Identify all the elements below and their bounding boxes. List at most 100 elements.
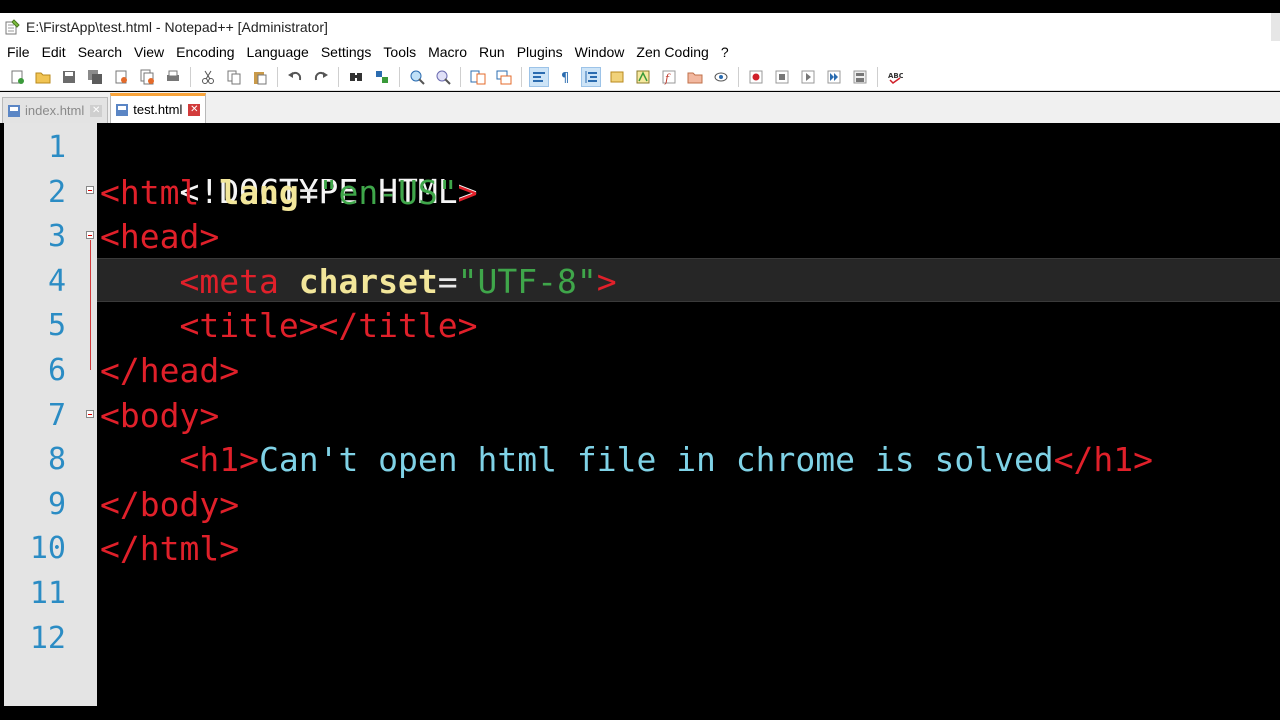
toolbar-separator: [521, 66, 522, 87]
run-macro-multiple-icon[interactable]: [824, 67, 844, 87]
attribute-value: "UTF-8": [457, 262, 597, 301]
open-file-icon[interactable]: [33, 67, 53, 87]
menu-help[interactable]: ?: [715, 41, 735, 63]
show-all-chars-icon[interactable]: ¶: [555, 67, 575, 87]
fold-toggle-icon[interactable]: [86, 186, 94, 194]
title-bar: E:\FirstApp\test.html - Notepad++ [Admin…: [0, 13, 1280, 41]
file-icon: [8, 104, 20, 117]
code-line-10[interactable]: </html>: [100, 527, 239, 571]
notepad-app-icon: [5, 19, 20, 35]
doc-map-icon[interactable]: [607, 67, 627, 87]
redo-icon[interactable]: [311, 67, 331, 87]
line-number: 2: [47, 175, 66, 210]
file-icon: [116, 103, 129, 116]
save-all-icon[interactable]: [85, 67, 105, 87]
menu-encoding[interactable]: Encoding: [170, 41, 240, 63]
zoom-out-icon[interactable]: [433, 67, 453, 87]
menu-zen-coding[interactable]: Zen Coding: [630, 41, 714, 63]
tab-label: test.html: [133, 102, 183, 117]
menu-edit[interactable]: Edit: [36, 41, 72, 63]
menu-macro[interactable]: Macro: [422, 41, 473, 63]
close-tab-icon[interactable]: ✕: [188, 103, 201, 116]
code-line-6[interactable]: </head>: [100, 349, 239, 393]
indent-guide-icon[interactable]: [581, 66, 601, 87]
line-number: 3: [47, 219, 66, 254]
code-line-4[interactable]: <meta charset="UTF-8">: [100, 260, 616, 304]
menu-file[interactable]: File: [0, 41, 36, 63]
find-icon[interactable]: [346, 67, 366, 87]
svg-text:¶: ¶: [561, 71, 569, 85]
svg-text:ABC: ABC: [888, 72, 903, 80]
stop-record-icon[interactable]: [772, 67, 792, 87]
sync-vertical-icon[interactable]: [468, 67, 488, 87]
paste-icon[interactable]: [250, 67, 270, 87]
tab-index-html[interactable]: index.html ✕: [2, 97, 109, 123]
menu-bar: File Edit Search View Encoding Language …: [0, 41, 1280, 63]
fold-toggle-icon[interactable]: [86, 410, 94, 418]
record-macro-icon[interactable]: [746, 67, 766, 87]
monitor-icon[interactable]: [711, 67, 731, 87]
code-line-2[interactable]: <html lang="en-US">: [100, 171, 478, 215]
code-line-1[interactable]: <!DOCTYPE HTML>: [100, 126, 477, 211]
new-file-icon[interactable]: [7, 67, 27, 87]
tab-bar: index.html ✕ test.html ✕: [0, 92, 1280, 123]
toolbar-separator: [460, 66, 461, 87]
function-list-icon[interactable]: [633, 67, 653, 87]
equals-sign: =: [437, 262, 458, 301]
tag: </html>: [100, 529, 240, 568]
code-line-7[interactable]: <body>: [100, 394, 219, 438]
tab-label: index.html: [25, 103, 85, 118]
line-number: 4: [47, 264, 66, 299]
line-number: 10: [29, 531, 66, 566]
sync-horizontal-icon[interactable]: [494, 67, 514, 87]
attribute-name: charset: [298, 262, 438, 301]
tag: <title></title>: [179, 306, 478, 345]
spell-check-icon[interactable]: ABC: [885, 67, 905, 87]
tag-close: >: [457, 173, 478, 212]
tag: <head>: [100, 217, 220, 256]
attribute-value: "en-US": [318, 173, 458, 212]
close-tab-icon[interactable]: ✕: [90, 104, 103, 117]
replace-icon[interactable]: [372, 67, 392, 87]
toolbar-separator: [277, 66, 278, 87]
menu-search[interactable]: Search: [72, 41, 128, 63]
close-icon[interactable]: [111, 67, 131, 87]
code-line-3[interactable]: <head>: [100, 215, 219, 259]
copy-icon[interactable]: [224, 67, 244, 87]
print-icon[interactable]: [163, 67, 183, 87]
close-all-icon[interactable]: [137, 67, 157, 87]
equals-sign: =: [298, 173, 319, 212]
play-macro-icon[interactable]: [798, 67, 818, 87]
code-line-8[interactable]: <h1>Can't open html file in chrome is so…: [100, 438, 1153, 482]
undo-icon[interactable]: [285, 67, 305, 87]
menu-plugins[interactable]: Plugins: [511, 41, 569, 63]
menu-tools[interactable]: Tools: [377, 41, 422, 63]
cut-icon[interactable]: [198, 67, 218, 87]
tag-close: </h1>: [1053, 440, 1154, 479]
code-line-9[interactable]: </body>: [100, 483, 239, 527]
toolbar-separator: [399, 66, 400, 87]
word-wrap-icon[interactable]: [529, 66, 549, 87]
line-number: 8: [47, 442, 66, 477]
save-icon[interactable]: [59, 67, 79, 87]
attribute-name: lang: [219, 173, 299, 212]
save-macro-icon[interactable]: [850, 67, 870, 87]
heading-text: Can't open html file in chrome is solved: [258, 440, 1054, 479]
menu-view[interactable]: View: [128, 41, 170, 63]
tag-open: <meta: [179, 262, 279, 301]
menu-run[interactable]: Run: [473, 41, 511, 63]
toolbar-separator: [738, 66, 739, 87]
line-number: 7: [47, 398, 66, 433]
fold-toggle-icon[interactable]: [86, 231, 94, 239]
menu-window[interactable]: Window: [569, 41, 631, 63]
code-editor[interactable]: 1 2 3 4 5 6 7 8 9 10 11 12 <!DOCTYPE HTM…: [0, 123, 1280, 706]
tab-test-html[interactable]: test.html ✕: [110, 93, 207, 123]
function-icon[interactable]: f: [659, 67, 679, 87]
code-line-5[interactable]: <title></title>: [100, 304, 478, 348]
menu-language[interactable]: Language: [241, 41, 315, 63]
menu-settings[interactable]: Settings: [315, 41, 378, 63]
zoom-in-icon[interactable]: [407, 67, 427, 87]
folder-workspace-icon[interactable]: [685, 67, 705, 87]
